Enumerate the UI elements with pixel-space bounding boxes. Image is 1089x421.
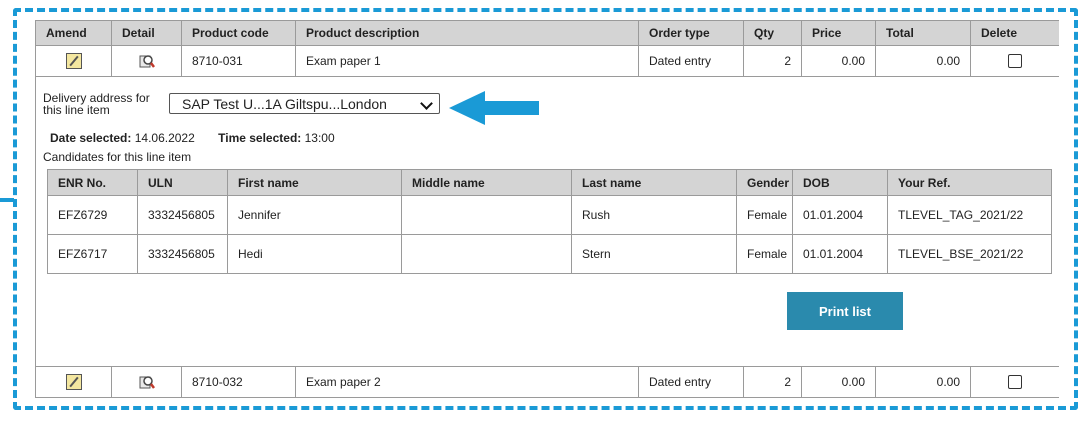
col-last-name: Last name bbox=[571, 169, 737, 196]
order-type: Dated entry bbox=[638, 366, 744, 398]
total: 0.00 bbox=[875, 366, 971, 398]
order-lines-table: Amend Detail Product code Product descri… bbox=[35, 20, 1059, 398]
uln: 3332456805 bbox=[137, 195, 228, 235]
col-first-name: First name bbox=[227, 169, 402, 196]
table-header: Amend Detail Product code Product descri… bbox=[35, 20, 1059, 46]
gender: Female bbox=[736, 195, 793, 235]
magnifier-icon[interactable] bbox=[139, 374, 155, 390]
col-dob: DOB bbox=[792, 169, 888, 196]
qty: 2 bbox=[743, 366, 802, 398]
order-type: Dated entry bbox=[638, 45, 744, 77]
detail-cell bbox=[111, 45, 182, 77]
price: 0.00 bbox=[801, 366, 876, 398]
enr: EFZ6717 bbox=[47, 234, 138, 274]
delivery-address-value: SAP Test U...1A Giltspu...London bbox=[182, 96, 387, 112]
last-name: Rush bbox=[571, 195, 737, 235]
total: 0.00 bbox=[875, 45, 971, 77]
pencil-icon[interactable] bbox=[65, 374, 82, 390]
line-item-detail-row: Delivery address for this line item SAP … bbox=[35, 76, 1059, 367]
table-row: 8710-032 Exam paper 2 Dated entry 2 0.00… bbox=[35, 366, 1059, 398]
time-selected-label: Time selected: bbox=[218, 131, 302, 145]
delete-checkbox[interactable] bbox=[1008, 375, 1022, 390]
your-ref: TLEVEL_BSE_2021/22 bbox=[887, 234, 1052, 274]
amend-cell bbox=[35, 45, 112, 77]
product-description: Exam paper 2 bbox=[295, 366, 639, 398]
arrow-left-icon bbox=[449, 91, 539, 125]
col-total: Total bbox=[875, 20, 971, 46]
col-enr: ENR No. bbox=[47, 169, 138, 196]
first-name: Hedi bbox=[227, 234, 402, 274]
col-qty: Qty bbox=[743, 20, 802, 46]
magnifier-icon[interactable] bbox=[139, 53, 155, 69]
line-item-detail: Delivery address for this line item SAP … bbox=[35, 76, 1059, 367]
last-name: Stern bbox=[571, 234, 737, 274]
delivery-address-label: Delivery address for this line item bbox=[43, 91, 150, 117]
price: 0.00 bbox=[801, 45, 876, 77]
product-code: 8710-031 bbox=[181, 45, 296, 77]
amend-cell bbox=[35, 366, 112, 398]
col-product-description: Product description bbox=[295, 20, 639, 46]
date-selected-value: 14.06.2022 bbox=[134, 131, 195, 145]
col-your-ref: Your Ref. bbox=[887, 169, 1052, 196]
candidate-row: EFZ6717 3332456805 Hedi Stern Female 01.… bbox=[47, 234, 1052, 274]
middle-name bbox=[401, 195, 572, 235]
qty: 2 bbox=[743, 45, 802, 77]
delete-cell bbox=[970, 366, 1059, 398]
first-name: Jennifer bbox=[227, 195, 402, 235]
highlight-connector bbox=[0, 198, 14, 202]
enr: EFZ6729 bbox=[47, 195, 138, 235]
candidates-label: Candidates for this line item bbox=[43, 150, 192, 164]
delete-checkbox[interactable] bbox=[1008, 54, 1022, 69]
selection-summary: Date selected: 14.06.2022 Time selected:… bbox=[50, 131, 335, 145]
candidate-row: EFZ6729 3332456805 Jennifer Rush Female … bbox=[47, 195, 1052, 235]
date-selected-label: Date selected: bbox=[50, 131, 132, 145]
your-ref: TLEVEL_TAG_2021/22 bbox=[887, 195, 1052, 235]
middle-name bbox=[401, 234, 572, 274]
col-uln: ULN bbox=[137, 169, 228, 196]
pencil-icon[interactable] bbox=[65, 53, 82, 69]
dob: 01.01.2004 bbox=[792, 195, 888, 235]
print-list-button[interactable]: Print list bbox=[787, 292, 903, 330]
col-amend: Amend bbox=[35, 20, 112, 46]
col-price: Price bbox=[801, 20, 876, 46]
delivery-address-select[interactable]: SAP Test U...1A Giltspu...London bbox=[169, 93, 440, 114]
chevron-down-icon bbox=[420, 97, 433, 110]
col-order-type: Order type bbox=[638, 20, 744, 46]
order-lines-panel: Amend Detail Product code Product descri… bbox=[35, 20, 1059, 410]
col-product-code: Product code bbox=[181, 20, 296, 46]
uln: 3332456805 bbox=[137, 234, 228, 274]
detail-cell bbox=[111, 366, 182, 398]
dob: 01.01.2004 bbox=[792, 234, 888, 274]
col-delete: Delete bbox=[970, 20, 1059, 46]
col-gender: Gender bbox=[736, 169, 793, 196]
product-code: 8710-032 bbox=[181, 366, 296, 398]
col-detail: Detail bbox=[111, 20, 182, 46]
gender: Female bbox=[736, 234, 793, 274]
delete-cell bbox=[970, 45, 1059, 77]
product-description: Exam paper 1 bbox=[295, 45, 639, 77]
time-selected-value: 13:00 bbox=[304, 131, 335, 145]
candidates-header: ENR No. ULN First name Middle name Last … bbox=[47, 169, 1052, 196]
candidates-table: ENR No. ULN First name Middle name Last … bbox=[47, 169, 1052, 274]
table-row: 8710-031 Exam paper 1 Dated entry 2 0.00… bbox=[35, 45, 1059, 77]
col-middle-name: Middle name bbox=[401, 169, 572, 196]
